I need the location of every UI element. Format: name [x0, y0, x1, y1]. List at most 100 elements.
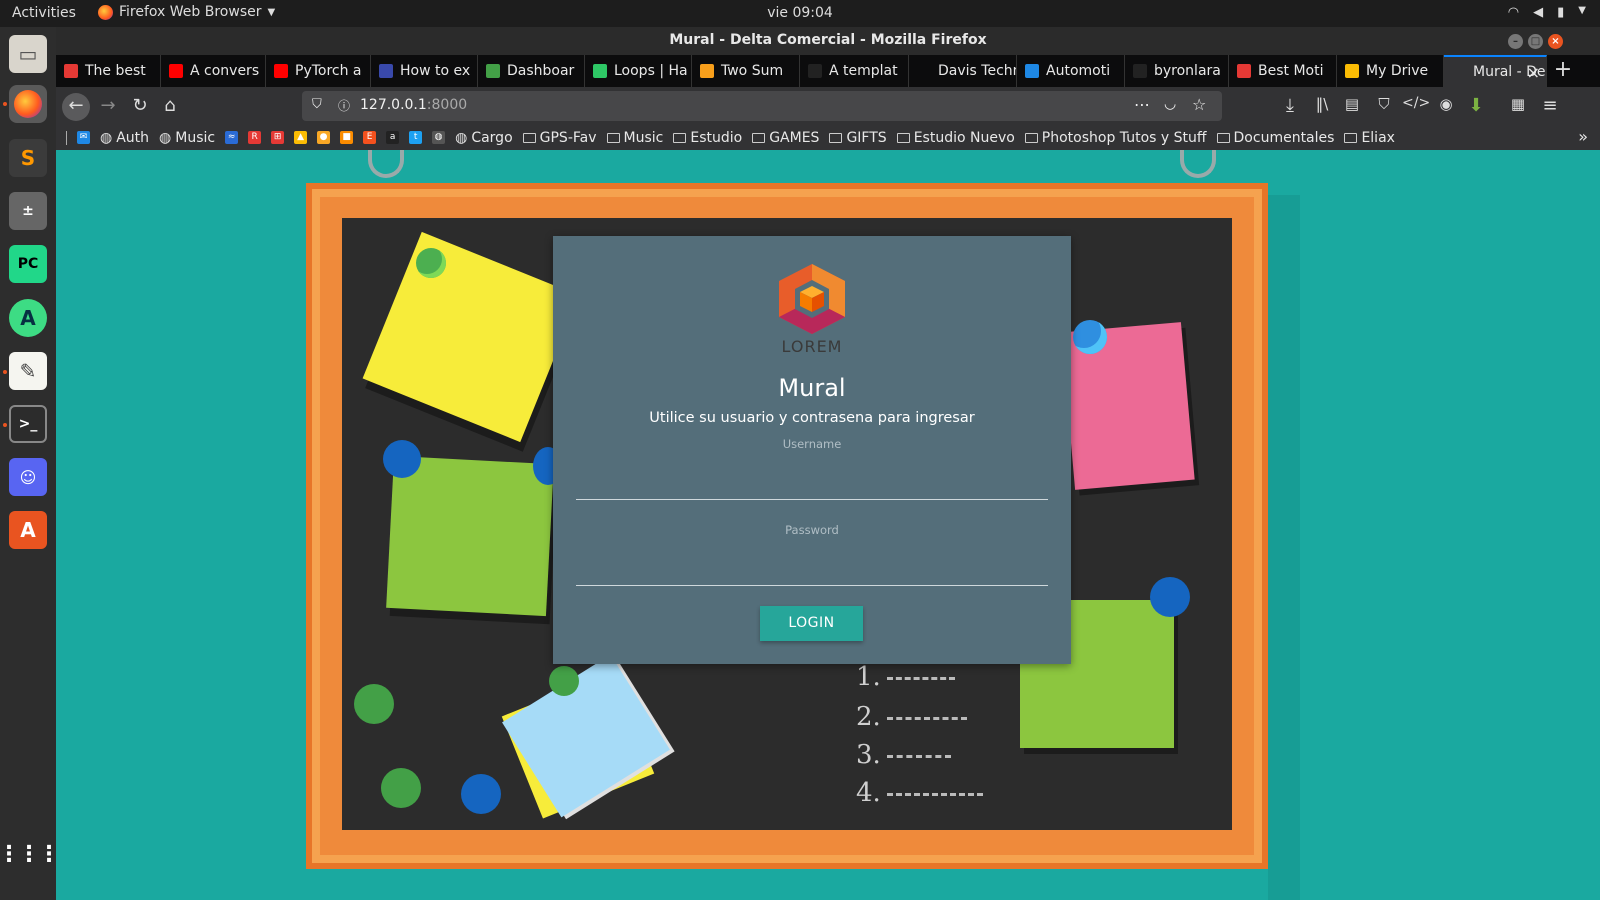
drive-bookmark-icon[interactable]: ▲ [294, 131, 308, 144]
system-menu-caret-icon[interactable]: ▼ [1578, 5, 1586, 20]
bookmark-item[interactable]: ◍ Cargo [455, 130, 513, 146]
forward-button[interactable]: → [96, 95, 120, 116]
devtools-icon[interactable]: </> [1402, 95, 1430, 111]
bookmark-item[interactable]: Documentales [1216, 130, 1334, 146]
amazon-bookmark-icon[interactable]: a [386, 131, 400, 144]
mail-bookmark-icon[interactable]: ✉ [77, 131, 90, 144]
bookmark-item[interactable]: Photoshop Tutos y Stuff [1024, 130, 1207, 146]
close-tab-icon[interactable]: × [1527, 63, 1540, 82]
terminal-icon[interactable]: >_ [9, 405, 47, 443]
text-editor-icon[interactable]: ✎ [9, 352, 47, 390]
tab[interactable]: Loops | Ha [585, 55, 692, 87]
rss-bookmark-icon[interactable]: R [248, 131, 262, 144]
bookmark-item[interactable]: ◍ Auth [100, 130, 149, 146]
extensions-icon[interactable]: ▦ [1506, 95, 1530, 113]
bookmark-item[interactable]: Music [606, 130, 663, 146]
tab[interactable]: A templat [800, 55, 909, 87]
app-menu[interactable]: Firefox Web Browser ▼ [98, 4, 275, 20]
shop-bookmark-icon[interactable]: ⊞ [271, 131, 285, 144]
calculator-icon[interactable]: ± [9, 192, 47, 230]
password-field[interactable] [576, 548, 1048, 584]
tab[interactable]: Mural - De × [1444, 55, 1547, 87]
sidebar-icon[interactable]: ▤ [1340, 95, 1364, 113]
twitter-bookmark-icon[interactable]: t [409, 131, 423, 144]
tab[interactable]: A convers [161, 55, 266, 87]
blank-icon [1452, 65, 1466, 79]
new-tab-button[interactable]: + [1547, 55, 1579, 87]
globe-icon: ◍ [100, 129, 113, 146]
tab[interactable]: The best [56, 55, 161, 87]
navigation-toolbar: ← → ↻ ⌂ ⛉ ⓘ 127.0.0.1:8000 ⋯ ◡ ☆ ⤓ ‖\ ▤ … [56, 87, 1600, 125]
back-button[interactable]: ← [62, 93, 90, 121]
folder-icon [896, 132, 910, 143]
tab[interactable]: Dashboar [478, 55, 585, 87]
extension-download-icon[interactable]: ⬇ [1464, 95, 1488, 116]
bookmark-star-icon[interactable]: ☆ [1192, 95, 1206, 114]
app-menu-label: Firefox Web Browser [119, 4, 262, 20]
github-icon [808, 64, 822, 78]
ublock-icon[interactable]: ⛉ [1372, 95, 1396, 113]
login-button[interactable]: LOGIN [760, 606, 863, 641]
flag-bookmark-icon[interactable]: ■ [340, 131, 354, 144]
close-window-button[interactable]: × [1548, 34, 1563, 49]
discord-icon[interactable]: ☺ [9, 458, 47, 496]
bookmark-item[interactable]: GPS-Fav [522, 130, 597, 146]
tab[interactable]: PyTorch a [266, 55, 371, 87]
show-apps-icon[interactable]: ⋮⋮⋮ [0, 835, 60, 873]
etsy-bookmark-icon[interactable]: E [363, 131, 377, 144]
globe-icon: ◍ [455, 129, 468, 146]
sublime-text-icon[interactable]: S [9, 139, 47, 177]
globe-bookmark-icon[interactable]: ◍ [432, 131, 446, 144]
tab-label: Best Moti [1258, 63, 1324, 79]
minimize-button[interactable]: – [1508, 34, 1523, 49]
tab[interactable]: Automoti [1017, 55, 1125, 87]
tab[interactable]: How to ex [371, 55, 478, 87]
reload-button[interactable]: ↻ [128, 95, 152, 116]
tab[interactable]: My Drive [1337, 55, 1444, 87]
bookmarks-overflow-icon[interactable]: » [1578, 127, 1588, 146]
username-underline [576, 499, 1048, 500]
maximize-button[interactable]: □ [1528, 34, 1543, 49]
home-button[interactable]: ⌂ [158, 95, 182, 116]
chalk-item-1: 1. [856, 662, 955, 692]
volume-icon[interactable]: ◀ [1533, 5, 1543, 20]
brave-icon [64, 64, 78, 78]
keep-bookmark-icon[interactable]: ● [317, 131, 331, 144]
battery-icon[interactable]: ▮ [1557, 5, 1564, 20]
tab[interactable]: Two Sum [692, 55, 800, 87]
running-indicator [3, 102, 7, 106]
downloads-icon[interactable]: ⤓ [1278, 95, 1302, 116]
username-field[interactable] [576, 462, 1048, 498]
bookmark-item[interactable]: GIFTS [829, 130, 887, 146]
pin-blue [461, 774, 501, 814]
library-icon[interactable]: ‖\ [1310, 95, 1334, 113]
wave-bookmark-icon[interactable]: ≈ [225, 131, 239, 144]
url-bar[interactable]: ⛉ ⓘ 127.0.0.1:8000 ⋯ ◡ ☆ [302, 91, 1222, 121]
account-icon[interactable]: ◉ [1434, 95, 1458, 113]
bookmark-item[interactable]: Estudio [673, 130, 742, 146]
software-center-icon[interactable]: A [9, 511, 47, 549]
bookmark-item[interactable]: Estudio Nuevo [896, 130, 1015, 146]
bookmark-label: Estudio [690, 129, 743, 146]
bookmark-item[interactable]: Eliax [1344, 130, 1395, 146]
pycharm-icon[interactable]: PC [9, 245, 47, 283]
shield-icon[interactable]: ⛉ [312, 97, 322, 112]
bookmark-item[interactable]: GAMES [752, 130, 819, 146]
hanging-hook-right [1180, 150, 1216, 178]
clock[interactable]: vie 09:04 [767, 5, 833, 21]
hamburger-menu-icon[interactable]: ≡ [1538, 95, 1562, 116]
bookmark-item[interactable]: ◍ Music [159, 130, 215, 146]
android-studio-icon[interactable]: A [9, 299, 47, 337]
tab-label: The best [85, 63, 146, 79]
tab[interactable]: Davis Technic [909, 55, 1017, 87]
page-actions-icon[interactable]: ⋯ [1134, 95, 1150, 114]
youtube-icon [169, 64, 183, 78]
files-app-icon[interactable]: ▭ [9, 35, 47, 73]
wifi-icon[interactable]: ◠ [1508, 5, 1519, 20]
info-icon[interactable]: ⓘ [338, 97, 350, 114]
firefox-app-icon[interactable] [9, 85, 47, 123]
tab[interactable]: byronlara [1125, 55, 1229, 87]
pocket-icon[interactable]: ◡ [1164, 96, 1176, 112]
activities-button[interactable]: Activities [12, 5, 76, 21]
tab[interactable]: Best Moti [1229, 55, 1337, 87]
